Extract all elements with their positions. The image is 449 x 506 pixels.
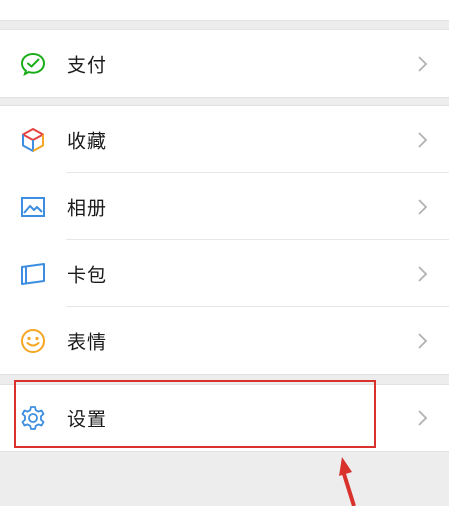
chevron-right-icon (417, 265, 429, 283)
chevron-right-icon (417, 332, 429, 350)
menu-group-pay: 支付 (0, 29, 449, 98)
menu-item-album[interactable]: 相册 (0, 173, 449, 240)
menu-item-label: 设置 (67, 408, 108, 431)
menu-item-settings[interactable]: 设置 (0, 385, 449, 451)
previous-section-bottom (0, 0, 449, 21)
menu-group-main: 收藏 相册 卡包 表情 (0, 105, 449, 375)
menu-item-label: 卡包 (67, 264, 108, 286)
menu-item-pay[interactable]: 支付 (0, 30, 449, 97)
menu-item-label: 表情 (67, 331, 108, 353)
wechat-pay-icon (19, 50, 47, 78)
red-arrow-annotation-icon (320, 452, 380, 506)
menu-item-label: 支付 (67, 54, 108, 76)
album-picture-icon (19, 193, 47, 221)
emoji-smile-icon (19, 327, 47, 355)
chevron-right-icon (417, 55, 429, 73)
chevron-right-icon (417, 409, 429, 427)
favorites-cube-icon (19, 126, 47, 154)
card-wallet-icon (19, 260, 47, 288)
menu-item-favorites[interactable]: 收藏 (0, 106, 449, 173)
chevron-right-icon (417, 131, 429, 149)
chevron-right-icon (417, 198, 429, 216)
menu-item-label: 相册 (67, 197, 108, 219)
menu-item-emoji[interactable]: 表情 (0, 307, 449, 374)
menu-item-card-wallet[interactable]: 卡包 (0, 240, 449, 307)
menu-item-label: 收藏 (67, 130, 108, 152)
menu-group-settings: 设置 (0, 384, 449, 452)
gear-icon (19, 404, 47, 432)
